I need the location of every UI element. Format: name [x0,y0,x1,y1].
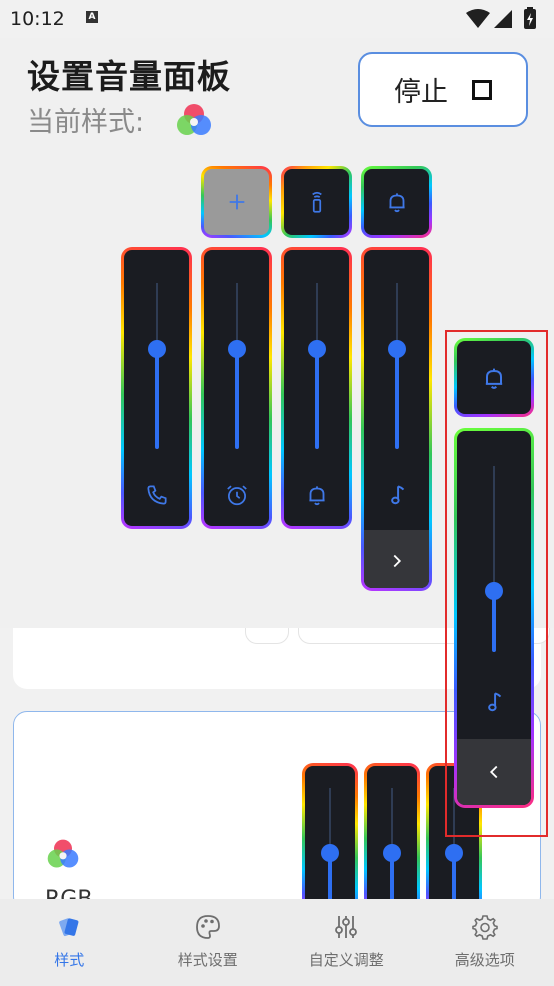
nav-label: 样式 [54,951,85,969]
call-volume-slider[interactable] [121,247,192,529]
gear-icon [471,915,498,940]
rgb-style-icon [177,104,211,135]
status-icons [466,7,536,29]
slider-fill [234,349,239,449]
plus-icon [229,194,244,210]
current-style-label: 当前样式: [27,107,145,138]
slider-fill [394,349,399,449]
expand-button[interactable] [364,530,429,588]
nav-item-custom-adjust[interactable]: 自定义调整 [277,899,416,986]
page-title: 设置音量面板 [27,57,231,96]
highlight-frame [445,330,548,837]
wifi-icon [466,9,490,28]
preview-slider-knob [383,844,401,862]
slider-knob [307,340,326,359]
slider-knob [147,340,166,359]
preview-slider-knob [445,844,463,862]
rgb-style-icon [47,839,79,868]
preview-slider-knob [321,844,339,862]
stop-button-label: 停止 [394,77,448,108]
nav-item-advanced[interactable]: 高级选项 [416,899,554,986]
status-bar: 10:12 A [0,0,554,38]
battery-charging-icon [524,7,536,29]
status-time: 10:12 [10,8,65,30]
nav-item-style-settings[interactable]: 样式设置 [139,899,278,986]
slider-knob [387,340,406,359]
signal-icon [494,10,512,28]
slider-fill [154,349,159,449]
bell-icon [308,486,325,506]
music-note-icon [390,485,404,505]
slider-knob [227,340,246,359]
style-icon [59,918,79,937]
alarm-volume-slider[interactable] [201,247,272,529]
nav-label: 自定义调整 [308,951,384,969]
nav-label: 样式设置 [177,951,238,969]
bottom-navigation: 样式 样式设置 自定义调整 高级选项 [0,899,554,986]
add-button[interactable] [201,166,272,238]
chevron-right-icon [393,554,401,567]
bell-icon [388,193,405,213]
palette-icon [195,915,220,939]
stop-button[interactable]: 停止 [358,52,528,127]
remote-icon [311,191,322,213]
ring-volume-slider[interactable] [281,247,352,529]
stop-square-icon [472,79,492,100]
nav-item-style[interactable]: 样式 [0,899,139,986]
preview-slider-panel [364,763,420,913]
media-volume-slider[interactable] [361,247,432,591]
preview-slider-panel [302,763,358,913]
remote-button[interactable] [281,166,352,238]
sliders-icon [335,916,358,938]
ringtone-button[interactable] [361,166,432,238]
alarm-icon [226,485,247,506]
preview-style-name: RGB [45,887,93,900]
phone-icon [146,485,167,505]
nav-label: 高级选项 [454,951,515,969]
notification-badge: A [86,11,98,23]
slider-fill [314,349,319,449]
